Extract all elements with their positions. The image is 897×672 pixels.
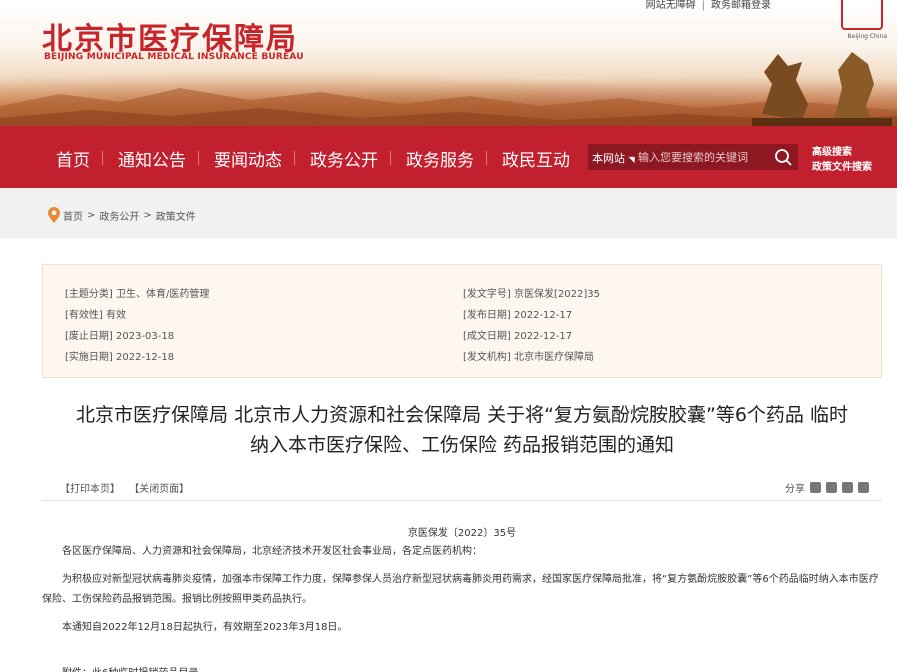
meta-validity: [有效性] 有效 bbox=[65, 310, 126, 321]
meta-doc-number: [发文字号] 京医保发[2022]35 bbox=[463, 289, 600, 300]
breadcrumb-public-affairs[interactable]: 政务公开 bbox=[99, 208, 139, 223]
beijing-seal-icon bbox=[841, 0, 883, 30]
advanced-search-link[interactable]: 高级搜索 bbox=[812, 145, 872, 160]
document-number: 京医保发〔2022〕35号 bbox=[407, 528, 517, 539]
meta-implement-date: [实施日期] 2022-12-18 bbox=[65, 352, 175, 363]
meta-issuing-org: [发文机构] 北京市医疗保障局 bbox=[463, 352, 594, 363]
qzone-share-icon[interactable] bbox=[842, 482, 853, 493]
breadcrumb-separator: > bbox=[87, 209, 96, 221]
breadcrumb-home[interactable]: 首页 bbox=[63, 208, 83, 223]
close-page-link[interactable]: 【关闭页面】 bbox=[129, 484, 189, 495]
search-button[interactable] bbox=[772, 147, 794, 167]
nav-item-news[interactable]: 要闻动态 bbox=[214, 146, 282, 171]
location-pin-icon bbox=[48, 207, 60, 223]
article-title: 北京市医疗保障局 北京市人力资源和社会保障局 关于将“复方氨酚烷胺胶囊”等6个药… bbox=[42, 400, 882, 460]
nav-divider bbox=[102, 151, 103, 165]
search-links: 高级搜索 政策文件搜索 bbox=[812, 145, 872, 175]
gov-mail-link[interactable]: 政务邮箱登录 bbox=[705, 0, 777, 11]
meta-written-date: [成文日期] 2022-12-17 bbox=[463, 331, 573, 342]
more-share-icon[interactable] bbox=[858, 482, 869, 493]
seal-caption: Beijing·China bbox=[847, 33, 887, 40]
search-input[interactable] bbox=[638, 146, 766, 168]
accessibility-link[interactable]: 网站无障碍 bbox=[640, 0, 702, 11]
top-links: 网站无障碍 | 政务邮箱登录 bbox=[640, 0, 777, 11]
divider bbox=[42, 500, 882, 501]
article-title-line1: 北京市医疗保障局 北京市人力资源和社会保障局 关于将“复方氨酚烷胺胶囊”等6个药… bbox=[76, 404, 848, 426]
weibo-share-icon[interactable] bbox=[826, 482, 837, 493]
breadcrumb: 首页 > 政务公开 > 政策文件 bbox=[48, 207, 196, 223]
article-tools: 【打印本页】 【关闭页面】 bbox=[60, 480, 195, 495]
site-logo-subtitle: BEIJING MUNICIPAL MEDICAL INSURANCE BURE… bbox=[44, 52, 304, 62]
attachment-link[interactable]: 附件：此6种临时报销药品目录 bbox=[62, 664, 198, 672]
bronze-statue-icon bbox=[752, 52, 892, 126]
meta-topic: [主题分类] 卫生、体育/医药管理 bbox=[65, 289, 210, 300]
search-icon bbox=[775, 149, 792, 166]
article-title-line2: 纳入本市医疗保险、工伤保险 药品报销范围的通知 bbox=[249, 434, 675, 456]
wechat-share-icon[interactable] bbox=[810, 482, 821, 493]
nav-item-services[interactable]: 政务服务 bbox=[406, 146, 474, 171]
share-label: 分享 bbox=[785, 484, 805, 495]
meta-publish-date: [发布日期] 2022-12-17 bbox=[463, 310, 573, 321]
article-paragraph: 各区医疗保障局、人力资源和社会保障局，北京经济技术开发区社会事业局，各定点医药机… bbox=[62, 546, 482, 557]
nav-item-home[interactable]: 首页 bbox=[56, 146, 90, 171]
share-bar: 分享 bbox=[785, 480, 869, 495]
article-paragraph: 本通知自2022年12月18日起执行，有效期至2023年3月18日。 bbox=[62, 622, 348, 633]
policy-search-link[interactable]: 政策文件搜索 bbox=[812, 160, 872, 175]
search-scope-label: 本网站 bbox=[592, 152, 625, 165]
breadcrumb-separator: > bbox=[143, 209, 152, 221]
article-paragraph: 为积极应对新型冠状病毒肺炎疫情，加强本市保障工作力度，保障参保人员治疗新型冠状病… bbox=[42, 574, 879, 605]
nav-divider bbox=[198, 151, 199, 165]
meta-abolish-date: [废止日期] 2023-03-18 bbox=[65, 331, 175, 342]
search-scope-select[interactable]: 本网站 ◥ bbox=[592, 150, 635, 166]
chevron-down-icon: ◥ bbox=[628, 155, 635, 164]
nav-item-notices[interactable]: 通知公告 bbox=[118, 146, 186, 171]
nav-divider bbox=[390, 151, 391, 165]
header-banner: 网站无障碍 | 政务邮箱登录 北京市医疗保障局 BEIJING MUNICIPAL … bbox=[0, 0, 897, 126]
nav-item-interaction[interactable]: 政民互动 bbox=[502, 146, 570, 171]
nav-divider bbox=[486, 151, 487, 165]
nav-item-public-affairs[interactable]: 政务公开 bbox=[310, 146, 378, 171]
document-meta: [主题分类] 卫生、体育/医药管理 [有效性] 有效 [废止日期] 2023-0… bbox=[42, 264, 882, 378]
nav-divider bbox=[294, 151, 295, 165]
print-page-link[interactable]: 【打印本页】 bbox=[60, 484, 120, 495]
breadcrumb-policy-files[interactable]: 政策文件 bbox=[156, 208, 196, 223]
